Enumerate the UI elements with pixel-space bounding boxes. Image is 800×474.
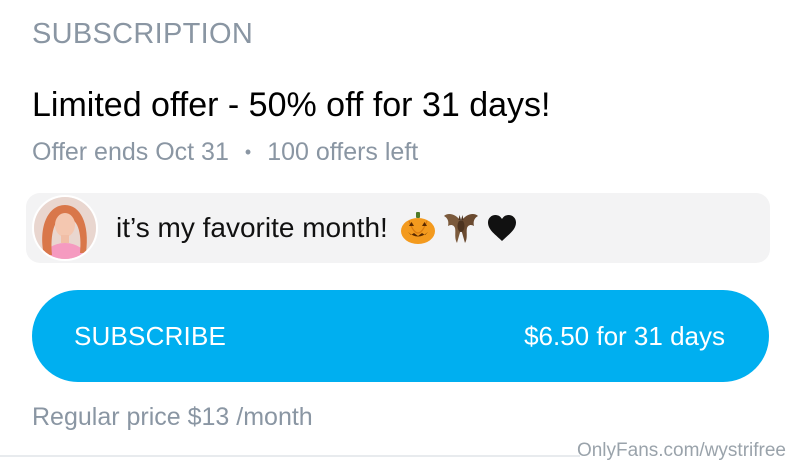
message-content: it’s my favorite month! bbox=[116, 210, 518, 246]
subscribe-label: SUBSCRIBE bbox=[74, 320, 227, 351]
subscribe-price: $6.50 for 31 days bbox=[524, 320, 725, 351]
message-text: it’s my favorite month! bbox=[116, 212, 388, 243]
section-header: SUBSCRIPTION bbox=[32, 18, 254, 50]
avatar[interactable] bbox=[32, 195, 98, 261]
subscribe-button[interactable]: SUBSCRIBE $6.50 for 31 days bbox=[32, 290, 769, 382]
divider bbox=[0, 455, 580, 457]
offer-title: Limited offer - 50% off for 31 days! bbox=[32, 86, 551, 124]
creator-message: it’s my favorite month! bbox=[26, 193, 770, 263]
subscription-card: SUBSCRIPTION Limited offer - 50% off for… bbox=[0, 0, 800, 474]
offer-meta: Offer ends Oct 31 • 100 offers left bbox=[32, 138, 418, 167]
regular-price: Regular price $13 /month bbox=[32, 403, 313, 431]
meta-separator: • bbox=[244, 142, 252, 162]
bat-icon bbox=[442, 210, 480, 246]
offer-end-date: Offer ends Oct 31 bbox=[32, 138, 229, 166]
watermark: OnlyFans.com/wystrifree bbox=[576, 440, 786, 461]
offers-remaining: 100 offers left bbox=[267, 138, 419, 166]
black-heart-icon bbox=[486, 213, 518, 243]
jack-o-lantern-icon bbox=[400, 211, 436, 245]
